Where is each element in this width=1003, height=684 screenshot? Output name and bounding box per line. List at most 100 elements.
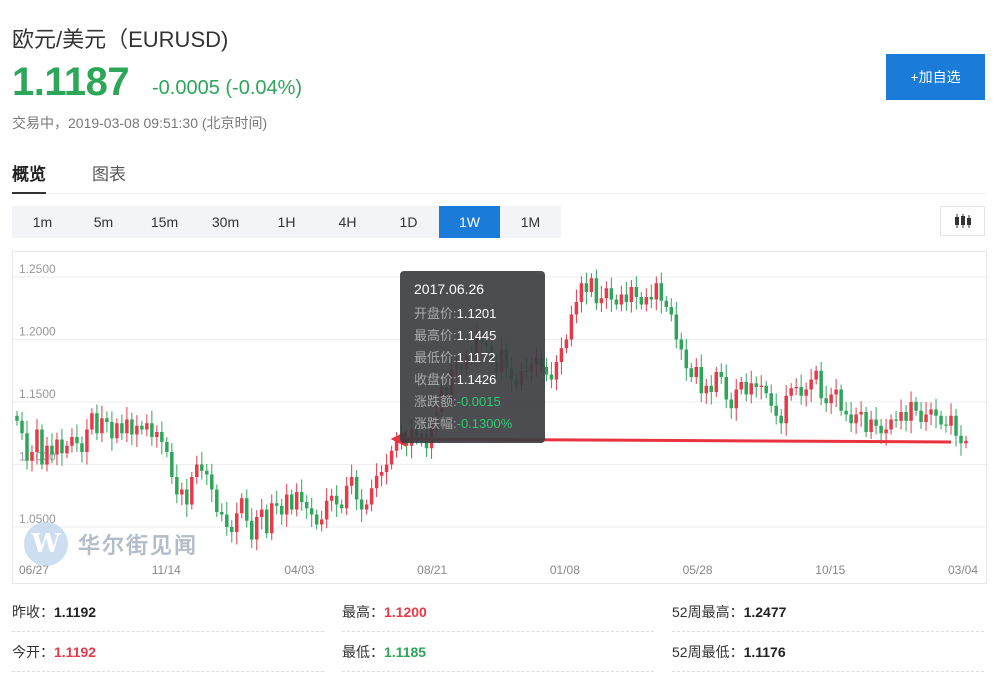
candle-body — [70, 437, 74, 446]
x-tick-label: 03/04 — [948, 563, 978, 577]
candle-body — [919, 410, 923, 422]
candle-body — [364, 504, 369, 510]
candle-body — [779, 415, 783, 424]
period-1d[interactable]: 1D — [378, 206, 439, 238]
candle-body — [135, 425, 139, 435]
candle-body — [334, 495, 339, 505]
candle-body — [814, 370, 818, 380]
candle-body — [799, 387, 803, 396]
period-1w[interactable]: 1W — [439, 206, 500, 238]
candle-body — [95, 413, 99, 434]
candle-body — [594, 278, 599, 304]
candle-body — [329, 495, 334, 501]
candle-body — [709, 385, 714, 392]
candle-body — [319, 519, 324, 525]
period-1mo[interactable]: 1M — [500, 206, 561, 238]
candle-body — [914, 402, 918, 411]
candle-body — [160, 432, 164, 442]
candle-body — [274, 503, 279, 506]
candle-body — [175, 477, 179, 495]
candle-body — [304, 502, 309, 509]
candle-body — [754, 383, 758, 387]
period-5m[interactable]: 5m — [73, 206, 134, 238]
candle-body — [579, 283, 584, 302]
candle-body — [235, 513, 239, 532]
period-30m[interactable]: 30m — [195, 206, 256, 238]
period-1m[interactable]: 1m — [12, 206, 73, 238]
candle-body — [784, 395, 788, 424]
candle-body — [734, 389, 738, 409]
candle-body — [314, 514, 319, 525]
candle-body — [115, 423, 119, 439]
candle-body — [155, 432, 159, 437]
y-tick-label: 1.2000 — [19, 325, 56, 339]
stat-high: 最高：1.1200 — [342, 592, 654, 632]
candle-body — [704, 385, 709, 394]
candle-body — [279, 505, 284, 515]
candle-body — [339, 504, 344, 509]
candle-body — [210, 474, 214, 490]
candle-body — [719, 372, 724, 377]
candle-body — [240, 498, 244, 514]
candle-body — [85, 429, 89, 452]
candle-body — [254, 517, 259, 540]
period-15m[interactable]: 15m — [134, 206, 195, 238]
y-tick-label: 1.1500 — [19, 387, 56, 401]
candle-body — [80, 443, 84, 452]
candle-body — [55, 439, 59, 455]
candle-body — [15, 415, 19, 421]
candle-body — [50, 445, 54, 455]
candle-body — [389, 450, 394, 465]
tooltip-row: 最高价:1.1445 — [414, 328, 497, 343]
candle-body — [284, 494, 289, 515]
candle-body — [215, 489, 219, 512]
chart-type-button[interactable] — [940, 206, 985, 236]
candle-body — [964, 440, 968, 444]
page-title: 欧元/美元（EURUSD) — [12, 27, 229, 52]
period-4h[interactable]: 4H — [317, 206, 378, 238]
candle-body — [889, 419, 893, 430]
candle-body — [374, 475, 379, 489]
candle-body — [110, 422, 114, 439]
candle-body — [939, 415, 943, 425]
candle-body — [744, 382, 748, 395]
candle-body — [190, 477, 194, 505]
candle-body — [269, 503, 274, 534]
candle-body — [359, 499, 364, 510]
candle-body — [804, 389, 808, 396]
candle-body — [724, 377, 729, 400]
candle-body — [45, 445, 49, 465]
candle-body — [714, 372, 719, 392]
candle-body — [294, 492, 299, 510]
candle-body — [769, 393, 773, 406]
period-1h[interactable]: 1H — [256, 206, 317, 238]
stat-52w-low: 52周最低：1.1176 — [672, 632, 984, 672]
tab-chart[interactable]: 图表 — [92, 160, 126, 185]
candle-body — [250, 520, 254, 540]
candle-body — [904, 412, 908, 421]
tab-overview[interactable]: 概览 — [12, 160, 46, 194]
candle-body — [749, 383, 753, 395]
candle-body — [165, 442, 169, 452]
candle-body — [699, 367, 704, 394]
candle-body — [854, 414, 858, 424]
candle-body — [879, 425, 883, 434]
candle-body — [584, 283, 589, 292]
candle-body — [839, 389, 843, 411]
current-price: 1.1187 — [12, 60, 130, 104]
candle-tooltip: 2017.06.26 开盘价:1.1201 最高价:1.1445 最低价:1.1… — [400, 271, 545, 443]
candle-body — [944, 424, 948, 426]
candle-body — [864, 412, 868, 432]
candle-body — [65, 445, 69, 454]
candle-body — [354, 477, 359, 500]
candle-body — [150, 423, 154, 437]
watermark-text: 华尔街见闻 — [78, 533, 199, 558]
add-to-watchlist-button[interactable]: +加自选 — [886, 54, 985, 100]
candle-body — [634, 287, 639, 297]
candle-body — [924, 414, 928, 422]
candle-body — [764, 385, 768, 394]
candle-body — [309, 508, 314, 515]
candle-body — [794, 387, 798, 389]
candle-body — [125, 419, 129, 434]
candle-body — [180, 489, 184, 495]
